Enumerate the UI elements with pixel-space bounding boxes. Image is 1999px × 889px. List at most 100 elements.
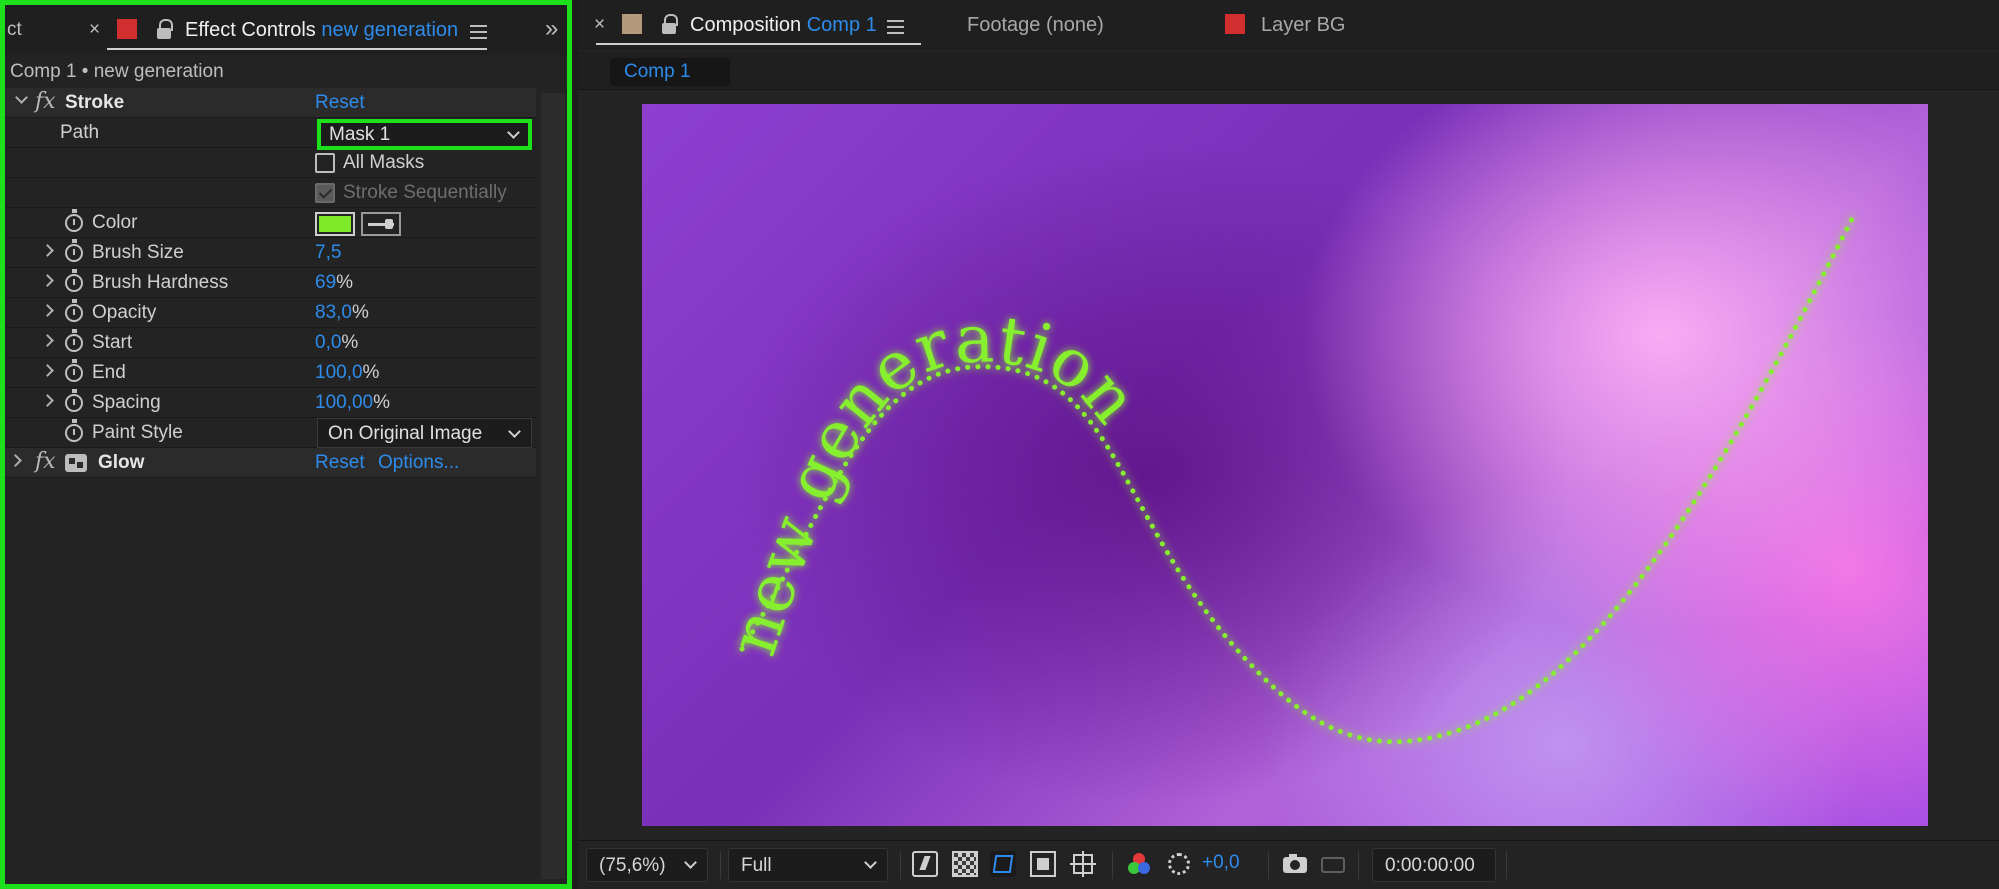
stopwatch-icon[interactable] [65, 389, 83, 412]
property-value-field[interactable]: 69% [315, 272, 353, 294]
comp-subtab-label: Comp 1 [624, 61, 691, 82]
property-row-spacing: Spacing 100,00% [5, 388, 536, 418]
composition-viewer[interactable]: new generation [578, 90, 1999, 834]
paint-style-dropdown[interactable]: On Original Image [317, 418, 532, 448]
expand-chevron-icon[interactable] [41, 394, 54, 407]
canvas-text: new generation [714, 301, 1153, 665]
stroke-path [739, 216, 1855, 745]
comp-navigator: Comp 1 [578, 52, 1999, 90]
fx-icon[interactable]: fx [35, 449, 56, 474]
stopwatch-icon[interactable] [65, 269, 83, 292]
panel-menu-icon[interactable] [470, 25, 487, 39]
grid-guides-icon[interactable] [1070, 851, 1096, 877]
label-color-swatch[interactable] [1225, 14, 1245, 34]
canvas-artwork: new generation [714, 216, 1855, 745]
transparency-grid-icon[interactable] [952, 851, 978, 877]
path-dropdown[interactable]: Mask 1 [317, 119, 532, 150]
stopwatch-icon[interactable] [65, 209, 83, 232]
color-swatch[interactable] [315, 212, 355, 236]
tab-footage[interactable]: Footage (none) [967, 14, 1104, 37]
canvas-text-path: new generation [714, 301, 1152, 665]
property-row-start: Start 0,0% [5, 328, 536, 358]
lock-icon[interactable] [157, 19, 173, 45]
tab-composition[interactable]: Composition Comp 1 [690, 14, 877, 37]
vertical-scrollbar[interactable] [541, 93, 565, 879]
effect-controls-tabbar: ct × Effect Controls new generation » [5, 5, 567, 55]
paint-style-value: On Original Image [328, 423, 483, 444]
zoom-dropdown[interactable]: (75,6%) [586, 848, 708, 882]
property-value: 100,0 [315, 362, 363, 383]
property-label: Start [92, 332, 133, 353]
channel-icon[interactable] [1126, 851, 1152, 877]
property-value-field[interactable]: 100,00% [315, 392, 390, 414]
camera-icon[interactable] [1282, 851, 1308, 877]
stroke-effect-row[interactable]: fx Stroke Reset [5, 88, 536, 118]
effect-name-glow: Glow [98, 452, 145, 473]
divider [1112, 851, 1113, 879]
collapse-chevron-icon[interactable] [15, 91, 28, 104]
comp-subtab[interactable]: Comp 1 [610, 58, 730, 86]
property-value-field[interactable]: 83,0% [315, 302, 369, 324]
panel-menu-icon[interactable] [887, 20, 904, 34]
tab-composition-label: Composition [690, 14, 802, 36]
effect-controls-panel: ct × Effect Controls new generation » Co… [0, 0, 572, 889]
expand-chevron-icon[interactable] [41, 364, 54, 377]
viewer-footer-toolbar: (75,6%) Full +0,0 0:00:00:00 [578, 840, 1999, 889]
tab-effect-controls[interactable]: Effect Controls new generation [185, 19, 458, 42]
stroke-sequentially-checkbox[interactable] [315, 183, 335, 203]
panel-expand-icon[interactable]: » [545, 15, 558, 43]
eyedropper-icon[interactable] [361, 212, 401, 236]
color-management-icon[interactable] [1166, 851, 1192, 877]
stopwatch-icon[interactable] [65, 299, 83, 322]
property-value: 7,5 [315, 242, 342, 263]
all-masks-checkbox[interactable] [315, 153, 335, 173]
effect-name-stroke: Stroke [65, 92, 125, 113]
glow-options-button[interactable]: Options... [378, 452, 459, 474]
region-of-interest-icon[interactable] [1030, 851, 1056, 877]
timecode-field[interactable]: 0:00:00:00 [1372, 848, 1496, 882]
close-icon[interactable]: × [594, 14, 605, 36]
resolution-dropdown[interactable]: Full [728, 848, 888, 882]
property-value: 0,0 [315, 332, 342, 353]
tab-effect-controls-label: Effect Controls [185, 19, 316, 41]
expand-chevron-icon[interactable] [41, 334, 54, 347]
fx-icon[interactable]: fx [35, 89, 56, 114]
stopwatch-icon[interactable] [65, 359, 83, 382]
expand-chevron-icon[interactable] [41, 304, 54, 317]
show-snapshot-icon[interactable] [1320, 851, 1346, 877]
glow-effect-row[interactable]: fx Glow Reset Options... [5, 448, 536, 478]
composition-canvas[interactable]: new generation [642, 104, 1928, 826]
stopwatch-icon[interactable] [65, 239, 83, 262]
expand-chevron-icon[interactable] [41, 244, 54, 257]
stroke-sequentially-row: Stroke Sequentially [5, 178, 536, 208]
chevron-down-icon [684, 856, 697, 869]
fast-previews-icon[interactable] [912, 851, 938, 877]
path-row: Path Mask 1 [5, 118, 536, 150]
lock-icon[interactable] [662, 14, 678, 40]
glow-reset-button[interactable]: Reset [315, 452, 365, 474]
label-color-swatch[interactable] [622, 14, 642, 34]
label-color-swatch[interactable] [117, 19, 137, 39]
expand-chevron-icon[interactable] [9, 454, 22, 467]
cut-off-tab-label[interactable]: ct [7, 19, 22, 41]
property-value-field[interactable]: 0,0% [315, 332, 358, 354]
path-dropdown-value: Mask 1 [329, 124, 391, 145]
close-icon[interactable]: × [89, 19, 100, 41]
tab-layer-bg[interactable]: Layer BG [1261, 14, 1345, 37]
plugin-icon [65, 454, 87, 472]
exposure-value[interactable]: +0,0 [1202, 852, 1240, 874]
property-value-field[interactable]: 100,0% [315, 362, 379, 384]
composition-panel: × Composition Comp 1 Footage (none) Laye… [578, 0, 1999, 889]
paint-style-label: Paint Style [92, 422, 183, 443]
chevron-down-icon [507, 126, 520, 139]
effect-controls-subtitle: Comp 1 • new generation [10, 61, 224, 82]
active-tab-underline [596, 43, 921, 45]
stroke-reset-button[interactable]: Reset [315, 92, 365, 114]
stopwatch-icon[interactable] [65, 329, 83, 352]
property-value-field[interactable]: 7,5 [315, 242, 341, 264]
expand-chevron-icon[interactable] [41, 274, 54, 287]
divider [1358, 851, 1359, 879]
stopwatch-icon[interactable] [65, 419, 83, 442]
mask-path-visibility-icon[interactable] [990, 851, 1016, 877]
zoom-value: (75,6%) [599, 855, 666, 876]
